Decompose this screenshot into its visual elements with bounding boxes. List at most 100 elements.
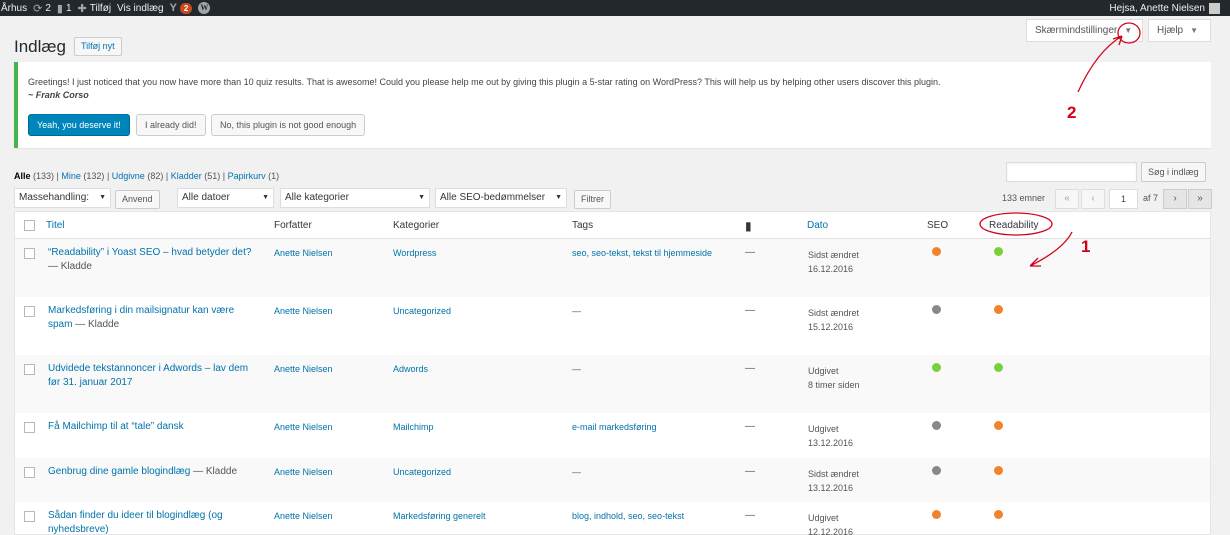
first-page-button[interactable]: « [1055,189,1079,209]
readability-score-dot [994,305,1003,314]
post-comments: — [745,466,755,477]
post-date: Udgivet 8 timer siden [808,364,860,392]
table-row: Markedsføring i din mailsignatur kan vær… [15,297,1210,355]
post-author-link[interactable]: Anette Nielsen [274,467,333,477]
post-title-link[interactable]: “Readability” i Yoast SEO – hvad betyder… [48,247,251,258]
post-comments: — [745,510,755,521]
caret-down-icon: ▼ [99,194,106,201]
post-title-cell: “Readability” i Yoast SEO – hvad betyder… [48,246,253,274]
yoast-menu[interactable]: Y2 [170,0,199,16]
view-posts-label: Vis indlæg [117,2,164,14]
post-author-link[interactable]: Anette Nielsen [274,306,333,316]
comments-link[interactable]: ▮ 1 [57,0,78,16]
post-date-value: 12.12.2016 [808,527,854,535]
search-posts-button[interactable]: Søg i indlæg [1141,162,1206,182]
post-tags[interactable]: seo, seo-tekst, tekst til hjemmeside [572,248,712,258]
apply-button[interactable]: Anvend [115,190,160,209]
select-all-checkbox[interactable] [24,220,35,231]
readability-score-dot [994,247,1003,256]
post-author-link[interactable]: Anette Nielsen [274,364,333,374]
comment-column-icon[interactable]: ▮ [745,219,752,233]
post-category-link[interactable]: Wordpress [393,248,436,258]
last-page-button[interactable]: » [1188,189,1212,209]
rating-notice: Greetings! I just noticed that you now h… [14,62,1211,148]
rate-yes-button[interactable]: Yeah, you deserve it! [28,114,130,136]
row-checkbox[interactable] [24,422,35,433]
wp-extra-menu[interactable]: W [198,0,216,16]
seo-score-dot [932,510,941,519]
row-checkbox[interactable] [24,467,35,478]
help-button[interactable]: Hjælp ▼ [1148,19,1211,42]
category-filter-value: Alle kategorier [285,192,349,203]
row-checkbox[interactable] [24,306,35,317]
notice-message: Greetings! I just noticed that you now h… [28,77,941,87]
view-posts-link[interactable]: Vis indlæg [117,0,170,16]
category-filter-select[interactable]: Alle kategorier ▼ [280,188,430,208]
seo-filter-select[interactable]: Alle SEO-bedømmelser ▼ [435,188,567,208]
status-published-link[interactable]: Udgivne (82) [112,171,164,181]
table-header: Titel Forfatter Kategorier Tags ▮ Dato S… [15,212,1210,239]
post-date: Sidst ændret 13.12.2016 [808,467,859,495]
post-tags[interactable]: blog, indhold, seo, seo-tekst [572,511,684,521]
post-category-link[interactable]: Uncategorized [393,467,451,477]
help-label: Hjælp [1157,25,1184,36]
post-author-link[interactable]: Anette Nielsen [274,422,333,432]
bulk-action-value: Massehandling: [19,192,90,203]
post-date: Udgivet 13.12.2016 [808,422,853,450]
new-content-label: Tilføj [89,2,112,14]
post-tags[interactable]: e-mail markedsføring [572,422,657,432]
column-tags: Tags [572,220,594,231]
site-name-link[interactable]: Århus [0,0,33,16]
table-row: “Readability” i Yoast SEO – hvad betyder… [15,239,1210,297]
avatar [1209,2,1220,14]
post-author-link[interactable]: Anette Nielsen [274,511,333,521]
not-good-button[interactable]: No, this plugin is not good enough [211,114,366,136]
post-state: — Kladde [48,261,92,272]
screen-options-button[interactable]: Skærmindstillinger ▼ [1026,19,1143,42]
post-date-status: Sidst ændret [808,469,860,479]
bulk-action-select[interactable]: Massehandling: ▼ [14,188,111,208]
row-checkbox[interactable] [24,248,35,259]
column-title[interactable]: Titel [46,220,65,231]
filter-button[interactable]: Filtrer [574,190,611,209]
prev-page-button[interactable]: ‹ [1081,189,1105,209]
post-title-link[interactable]: Sådan finder du ideer til blogindlæg (og… [48,510,223,535]
search-input[interactable] [1006,162,1137,182]
date-filter-select[interactable]: Alle datoer ▼ [177,188,274,208]
column-seo[interactable]: SEO [927,220,948,231]
screen-options-label: Skærmindstillinger [1035,25,1118,36]
post-category-link[interactable]: Markedsføring generelt [393,511,486,521]
post-date-value: 13.12.2016 [808,483,854,493]
status-mine-link[interactable]: Mine (132) [61,171,104,181]
status-trash-link[interactable]: Papirkurv (1) [228,171,280,181]
account-menu[interactable]: Hejsa, Anette Nielsen [1109,0,1220,16]
column-date[interactable]: Dato [807,220,828,231]
table-row: Genbrug dine gamle blogindlæg — Kladde An… [15,458,1210,502]
post-category-link[interactable]: Mailchimp [393,422,434,432]
post-category-link[interactable]: Adwords [393,364,428,374]
post-category-link[interactable]: Uncategorized [393,306,451,316]
greeting-label: Hejsa, Anette Nielsen [1109,2,1205,14]
column-author: Forfatter [274,220,312,231]
post-date-status: Udgivet [808,366,839,376]
row-checkbox[interactable] [24,364,35,375]
new-content-link[interactable]: ✚ Tilføj [78,0,118,16]
post-title-link[interactable]: Udvidede tekstannoncer i Adwords – lav d… [48,363,248,388]
status-all-link[interactable]: Alle (133) [14,171,54,181]
post-tags: — [572,364,581,374]
post-title-link[interactable]: Få Mailchimp til at “tale” dansk [48,421,184,432]
post-comments: — [745,421,755,432]
post-author-link[interactable]: Anette Nielsen [274,248,333,258]
row-checkbox[interactable] [24,511,35,522]
table-row: Sådan finder du ideer til blogindlæg (og… [15,502,1210,535]
updates-link[interactable]: ⟳ 2 [33,0,57,16]
column-readability[interactable]: Readability [989,220,1038,231]
current-page-input[interactable]: 1 [1109,189,1138,209]
post-title-cell: Få Mailchimp til at “tale” dansk [48,420,253,434]
add-new-button[interactable]: Tilføj nyt [74,37,122,56]
next-page-button[interactable]: › [1163,189,1187,209]
already-rated-button[interactable]: I already did! [136,114,206,136]
status-drafts-link[interactable]: Kladder (51) [171,171,221,181]
post-title-link[interactable]: Genbrug dine gamle blogindlæg [48,466,190,477]
post-tags: — [572,306,581,316]
